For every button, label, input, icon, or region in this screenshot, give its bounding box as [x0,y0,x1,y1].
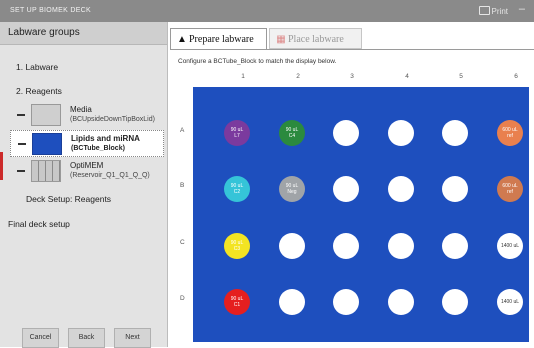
reagent-name: Media [70,105,92,114]
well-label: C4 [288,133,296,139]
well-C4[interactable] [388,233,414,259]
reagent-item-optimem[interactable]: OptiMEM (Reservoir_Q1_Q1_Q_Q) [10,158,164,185]
well-label: 1400 uL [500,299,520,305]
well-D2[interactable] [279,289,305,315]
rack-icon: ▦ [276,34,286,45]
tab-label: Place labware [288,34,344,45]
well-C5[interactable] [442,233,468,259]
tab-label: Prepare labware [189,34,254,45]
well-D5[interactable] [442,289,468,315]
well-label: ref [507,189,513,195]
final-deck-setup[interactable]: Final deck setup [8,219,70,229]
printer-icon [478,6,490,15]
print-label: Print [491,7,508,16]
well-B6[interactable]: 600 uL ref [497,176,523,202]
labware-groups-panel: Labware groups 1. Labware 2. Reagents Me… [0,22,168,348]
reagent-labware: (BCUpsideDownTipBoxLid) [70,116,155,123]
collapse-icon [18,143,26,145]
collapse-icon [17,170,25,172]
reagent-labware: (BCTube_Block) [71,145,125,152]
well-label: L7 [234,133,240,139]
well-D3[interactable] [333,289,359,315]
row-header: D [180,295,185,302]
column-header: 4 [405,73,409,80]
well-C3[interactable] [333,233,359,259]
well-B1[interactable]: 90 uL C2 [224,176,250,202]
next-button[interactable]: Next [114,328,151,348]
cancel-button[interactable]: Cancel [22,328,59,348]
well-A5[interactable] [442,120,468,146]
tab-prepare-labware[interactable]: ▲ Prepare labware [170,28,267,49]
well-B3[interactable] [333,176,359,202]
column-header: 6 [514,73,518,80]
well-B2[interactable]: 90 uL Neg [279,176,305,202]
well-label: C2 [233,189,241,195]
reagent-name: Lipids and miRNA [71,134,140,143]
tube-block-thumbnail-icon [32,133,62,155]
panel-header: Labware groups [0,22,167,45]
reagent-item-lipids-mirna[interactable]: Lipids and miRNA (BCTube_Block) [10,130,164,157]
well-D6[interactable]: 1400 uL [497,289,523,315]
well-label: ref [507,133,513,139]
well-D4[interactable] [388,289,414,315]
column-header: 3 [350,73,354,80]
window-title: SET UP BIOMEK DECK [10,7,91,14]
column-header: 2 [296,73,300,80]
reservoir-thumbnail-icon [31,160,61,182]
flask-icon: ▲ [177,34,187,45]
lid-thumbnail-icon [31,104,61,126]
tab-bar: ▲ Prepare labware ▦ Place labware [170,28,534,50]
reagent-labware: (Reservoir_Q1_Q1_Q_Q) [70,172,150,179]
tab-place-labware[interactable]: ▦ Place labware [269,28,362,49]
well-C2[interactable] [279,233,305,259]
minimize-button[interactable]: – [519,3,525,15]
reagent-name: OptiMEM [70,161,104,170]
well-label: 1400 uL [500,243,520,249]
reagent-item-media[interactable]: Media (BCUpsideDownTipBoxLid) [10,102,164,129]
well-label: Neg [287,189,297,195]
column-header: 5 [459,73,463,80]
selection-indicator [0,152,3,180]
row-header: A [180,127,185,134]
instruction-text: Configure a BCTube_Block to match the di… [178,58,337,65]
well-B5[interactable] [442,176,468,202]
title-bar: SET UP BIOMEK DECK Print – [0,0,534,22]
well-A3[interactable] [333,120,359,146]
well-label: C3 [233,246,241,252]
well-A2[interactable]: 90 uL C4 [279,120,305,146]
well-A4[interactable] [388,120,414,146]
print-button[interactable]: Print [478,6,508,16]
well-B4[interactable] [388,176,414,202]
tab-divider [170,49,534,50]
well-D1[interactable]: 90 uL C1 [224,289,250,315]
well-C1[interactable]: 90 uL C3 [224,233,250,259]
tube-block-plate: 90 uL L7 90 uL C4 600 uL ref 90 uL C2 90 uL Neg 60… [193,87,529,342]
well-A1[interactable]: 90 uL L7 [224,120,250,146]
row-header: B [180,182,185,189]
collapse-icon [17,114,25,116]
well-A6[interactable]: 600 uL ref [497,120,523,146]
deck-setup-reagents[interactable]: Deck Setup: Reagents [26,194,111,204]
column-header: 1 [241,73,245,80]
back-button[interactable]: Back [68,328,105,348]
well-C6[interactable]: 1400 uL [497,233,523,259]
step-labware[interactable]: 1. Labware [16,62,58,72]
step-reagents[interactable]: 2. Reagents [16,86,62,96]
well-label: C1 [233,302,241,308]
row-header: C [180,239,185,246]
